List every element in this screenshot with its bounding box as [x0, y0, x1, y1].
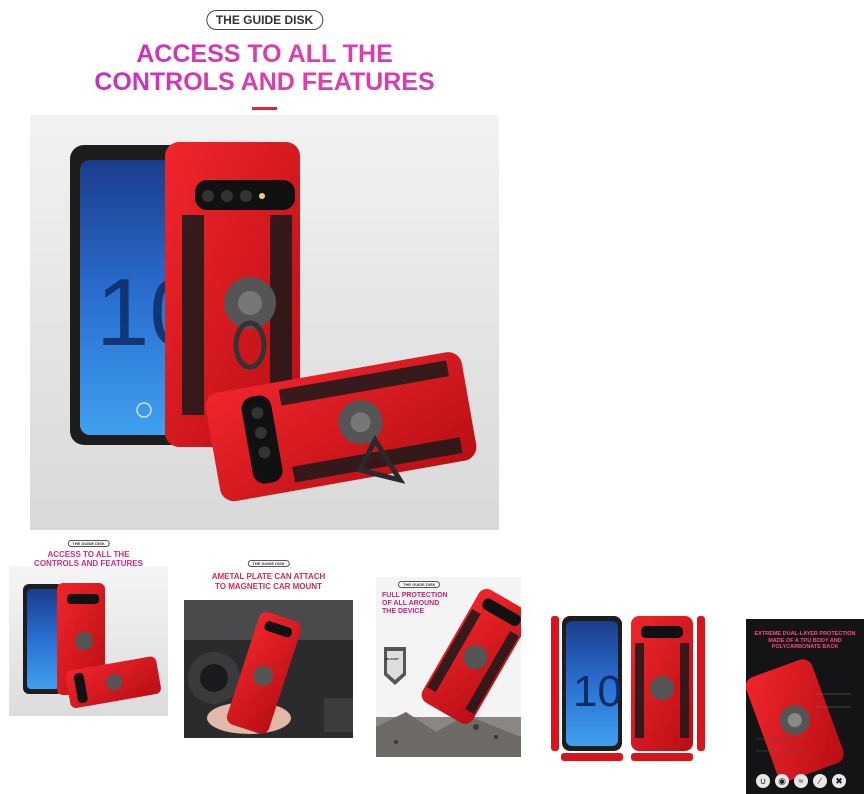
thumb-1-illustration: [23, 583, 161, 709]
thumb-4-illustration: 10: [551, 616, 705, 761]
thumb-3-shield-label: MILITARY: [385, 657, 399, 661]
thumbnail-3[interactable]: THE GUIDE DISK FULL PROTECTION OF ALL AR…: [376, 577, 521, 757]
feature-icons-row: ∪ ◉ ≈ ∕ ✖: [756, 774, 846, 788]
thumb-2-illustration: [184, 600, 353, 738]
thumb-5-illustration: [746, 659, 851, 781]
main-product-image: THE GUIDE DISK ACCESS TO ALL THE CONTROL…: [30, 0, 499, 530]
shield-icon: ◉: [775, 774, 789, 788]
thumbnail-4[interactable]: 10: [549, 613, 708, 763]
thumb-3-badge: THE GUIDE DISK: [398, 581, 441, 588]
wave-icon: ≈: [794, 774, 808, 788]
thumb-3-title: FULL PROTECTION OF ALL AROUND THE DEVICE: [382, 592, 448, 615]
cross-icon: ✖: [832, 774, 846, 788]
thumbnail-1[interactable]: THE GUIDE DISK ACCESS TO ALL THE CONTROL…: [9, 536, 168, 716]
slash-icon: ∕: [813, 774, 827, 788]
thumbnail-5[interactable]: EXTREME DUAL-LAYER PROTECTION MADE OF A …: [746, 619, 864, 794]
u-shape-icon: ∪: [756, 774, 770, 788]
svg-text:10: 10: [573, 667, 622, 716]
phone-case-illustration: 10: [70, 142, 477, 502]
thumbnail-2[interactable]: THE GUIDE DISK AMETAL PLATE CAN ATTACH T…: [184, 558, 353, 738]
